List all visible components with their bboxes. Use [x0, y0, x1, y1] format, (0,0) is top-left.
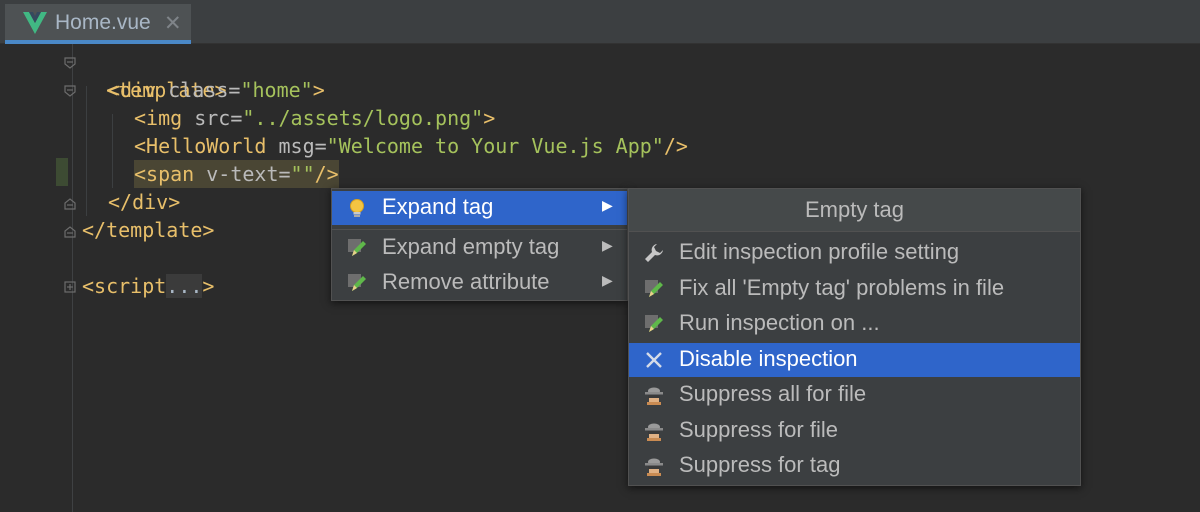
code-tag: <script — [82, 274, 167, 298]
code-string: "Welcome to Your Vue.js App" — [326, 134, 664, 158]
pencil-icon — [643, 313, 665, 335]
menu-item-suppress-all-for-file[interactable]: Suppress all for file — [629, 378, 1080, 412]
code-tag: <div — [108, 78, 169, 102]
code-line: </template> — [82, 216, 214, 244]
submenu-header: Empty tag — [629, 189, 1080, 232]
code-attr: msg= — [278, 134, 327, 158]
code-string: "" — [290, 162, 315, 186]
code-line-highlighted[interactable]: <span v-text=""/> — [134, 160, 339, 188]
menu-item-run-inspection[interactable]: Run inspection on ... — [629, 307, 1080, 341]
folded-placeholder[interactable]: ... — [166, 274, 203, 298]
pencil-icon — [346, 237, 368, 259]
lightbulb-icon — [346, 197, 368, 219]
close-icon — [643, 349, 665, 371]
code-tag-end: > — [312, 78, 325, 102]
editor-tab-bar: Home.vue ✕ — [0, 0, 1200, 44]
menu-item-label: Suppress all for file — [679, 381, 867, 406]
menu-item-fix-all[interactable]: Fix all 'Empty tag' problems in file — [629, 272, 1080, 306]
menu-item-label: Expand empty tag — [382, 234, 560, 259]
menu-item-label: Remove attribute — [382, 269, 550, 294]
fold-close-icon[interactable] — [64, 198, 76, 210]
pencil-icon — [643, 278, 665, 300]
change-marker — [56, 158, 68, 186]
code-line: <script...> — [82, 272, 214, 300]
spy-icon — [643, 420, 665, 442]
menu-item-label: Disable inspection — [679, 346, 858, 371]
fold-expand-icon[interactable] — [64, 281, 76, 293]
close-icon[interactable]: ✕ — [164, 11, 182, 36]
code-string: "home" — [240, 78, 313, 102]
intention-actions-popup: Expand tag ▶ Expand empty tag ▶ Remove a… — [331, 188, 628, 301]
menu-item-expand-tag[interactable]: Expand tag ▶ — [332, 191, 627, 225]
separator — [332, 229, 627, 230]
code-line: <div class="home"> — [108, 76, 325, 104]
menu-item-label: Edit inspection profile setting — [679, 239, 960, 264]
menu-item-suppress-for-file[interactable]: Suppress for file — [629, 414, 1080, 448]
code-tag-end: /> — [663, 134, 688, 158]
empty-tag-submenu: Empty tag Edit inspection profile settin… — [628, 188, 1081, 486]
code-tag-end: > — [202, 274, 215, 298]
code-template-close: </template> — [82, 218, 215, 242]
code-tag: <HelloWorld — [134, 134, 279, 158]
menu-item-label: Fix all 'Empty tag' problems in file — [679, 275, 1005, 300]
code-line: <template> — [82, 48, 226, 102]
menu-item-remove-attribute[interactable]: Remove attribute ▶ — [332, 266, 627, 300]
menu-item-disable-inspection[interactable]: Disable inspection — [629, 343, 1080, 377]
tab-home-vue[interactable]: Home.vue ✕ — [5, 4, 191, 44]
spy-icon — [643, 455, 665, 477]
code-attr: class= — [168, 78, 241, 102]
gutter-divider — [72, 44, 73, 512]
code-line: </div> — [108, 188, 180, 216]
menu-item-expand-empty-tag[interactable]: Expand empty tag ▶ — [332, 231, 627, 265]
menu-item-label: Suppress for file — [679, 417, 838, 442]
vue-logo-icon — [23, 12, 47, 34]
submenu-arrow-icon: ▶ — [602, 272, 613, 288]
menu-item-label: Suppress for tag — [679, 452, 841, 477]
code-tag-end: > — [483, 106, 496, 130]
submenu-arrow-icon: ▶ — [602, 197, 613, 213]
code-line: <img src="../assets/logo.png"> — [134, 104, 495, 132]
indent-guide — [112, 114, 113, 188]
code-line: <HelloWorld msg="Welcome to Your Vue.js … — [134, 132, 688, 160]
spy-icon — [643, 384, 665, 406]
menu-item-edit-inspection-profile[interactable]: Edit inspection profile setting — [629, 236, 1080, 270]
menu-item-label: Expand tag — [382, 194, 494, 219]
indent-guide — [86, 86, 87, 216]
tab-title: Home.vue — [55, 11, 151, 34]
pencil-icon — [346, 272, 368, 294]
code-attr: src= — [194, 106, 243, 130]
code-tag: </div> — [108, 190, 181, 214]
code-tag: <span — [134, 162, 207, 186]
code-tag-end: /> — [314, 162, 339, 186]
wrench-icon — [643, 242, 665, 264]
menu-item-suppress-for-tag[interactable]: Suppress for tag — [629, 449, 1080, 483]
submenu-arrow-icon: ▶ — [602, 237, 613, 253]
fold-open-icon[interactable] — [64, 85, 76, 97]
fold-close-icon[interactable] — [64, 226, 76, 238]
code-string: "../assets/logo.png" — [242, 106, 484, 130]
menu-item-label: Run inspection on ... — [679, 310, 880, 335]
code-tag: <img — [134, 106, 195, 130]
code-attr: v-text= — [206, 162, 291, 186]
fold-open-icon[interactable] — [64, 57, 76, 69]
